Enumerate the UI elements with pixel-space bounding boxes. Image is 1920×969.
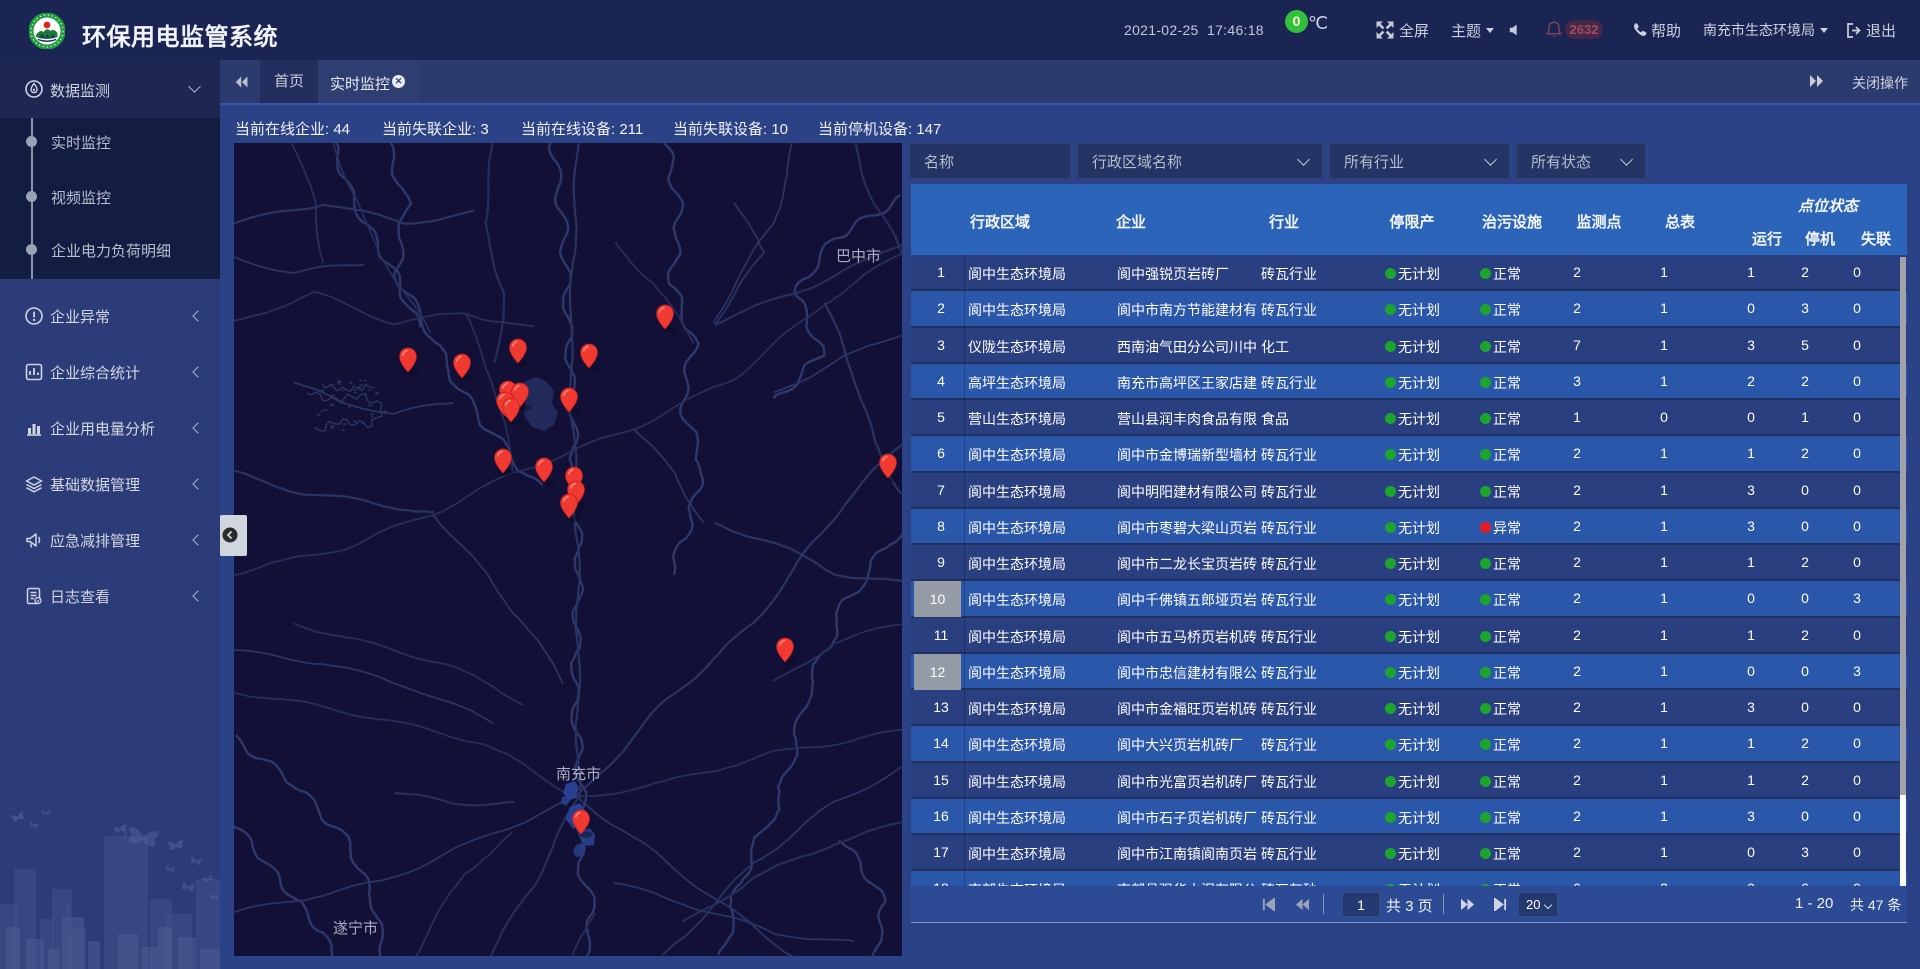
svg-text:巴中市: 巴中市 (836, 248, 881, 265)
svg-text:遂宁市: 遂宁市 (333, 920, 378, 937)
svg-text:南充市: 南充市 (556, 766, 601, 783)
